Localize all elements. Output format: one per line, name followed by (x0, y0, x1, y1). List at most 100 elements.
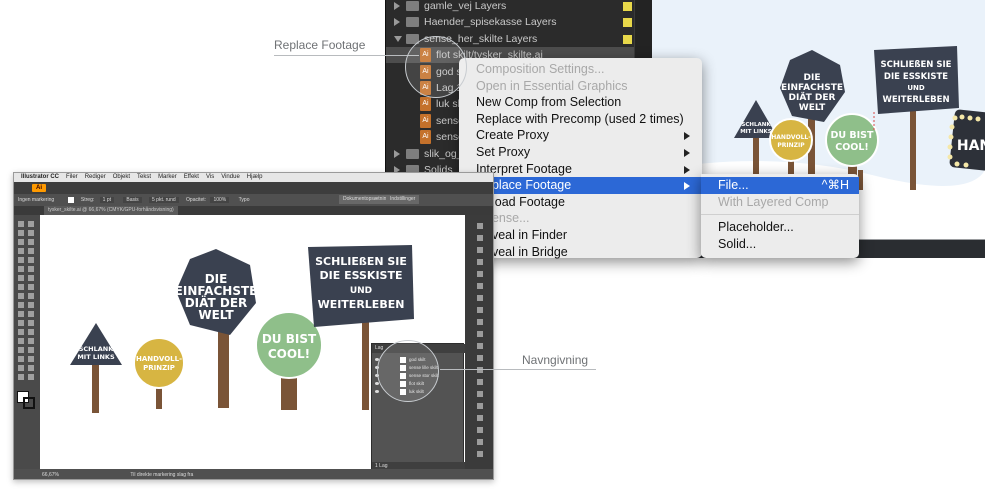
fill-swatch[interactable] (67, 196, 74, 203)
document-tab[interactable]: tysker_skilte.ai @ 66,67% (CMYK/GPU-forh… (44, 206, 178, 215)
tool-icon[interactable] (18, 230, 24, 236)
stroke-color-swatch[interactable] (23, 397, 35, 409)
tool-icon[interactable] (28, 248, 34, 254)
panel-icon[interactable] (477, 403, 483, 409)
panel-icon[interactable] (477, 235, 483, 241)
tool-icon[interactable] (28, 230, 34, 236)
tool-icon[interactable] (28, 284, 34, 290)
control-stroke-weight[interactable]: 1 pt (99, 197, 114, 203)
label-color-swatch[interactable] (623, 2, 632, 11)
tool-icon[interactable] (18, 329, 24, 335)
menu-illustrator-cc[interactable]: Illustrator CC (21, 174, 59, 180)
label-color-swatch[interactable] (623, 18, 632, 28)
panel-icon[interactable] (477, 379, 483, 385)
tool-icon[interactable] (28, 302, 34, 308)
menu-vis[interactable]: Vis (206, 174, 214, 180)
visibility-eye-icon[interactable] (375, 390, 379, 393)
submenu-placeholder[interactable]: Placeholder... (701, 219, 859, 236)
menu-item-create-proxy[interactable]: Create Proxy (459, 127, 702, 144)
disclosure-open-icon[interactable] (394, 35, 402, 42)
tool-icon[interactable] (18, 221, 24, 227)
panel-icon[interactable] (477, 367, 483, 373)
submenu-file[interactable]: File... ^⌘H (701, 177, 859, 194)
submenu-layered-comp[interactable]: With Layered Comp (701, 194, 859, 211)
tool-icon[interactable] (18, 266, 24, 272)
tool-icon[interactable] (28, 374, 34, 380)
tool-icon[interactable] (18, 338, 24, 344)
tool-icon[interactable] (18, 347, 24, 353)
menu-effekt[interactable]: Effekt (184, 174, 199, 180)
tool-icon[interactable] (28, 239, 34, 245)
tool-icon[interactable] (28, 257, 34, 263)
menu-filer[interactable]: Filer (66, 174, 78, 180)
panel-icon[interactable] (477, 331, 483, 337)
menu-item-interpret-footage[interactable]: Interpret Footage (459, 161, 702, 178)
tool-icon[interactable] (28, 266, 34, 272)
tool-icon[interactable] (18, 302, 24, 308)
tool-icon[interactable] (18, 320, 24, 326)
tool-icon[interactable] (28, 320, 34, 326)
control-opacity-value[interactable]: 100% (210, 197, 230, 203)
tool-icon[interactable] (28, 221, 34, 227)
panel-icon[interactable] (477, 259, 483, 265)
tool-icon[interactable] (28, 275, 34, 281)
project-item[interactable]: Haender_spisekasse Layers (386, 14, 652, 30)
menu-item-reveal-in-bridge[interactable]: Reveal in Bridge (459, 244, 702, 261)
panel-icon[interactable] (477, 307, 483, 313)
panel-icon[interactable] (477, 427, 483, 433)
tool-icon[interactable] (18, 275, 24, 281)
panel-icon[interactable] (477, 355, 483, 361)
panel-icon[interactable] (477, 247, 483, 253)
panel-icon[interactable] (477, 451, 483, 457)
tool-icon[interactable] (28, 311, 34, 317)
tool-icon[interactable] (28, 347, 34, 353)
control-brush[interactable]: 5 pkt. rund (149, 197, 179, 203)
panel-icon[interactable] (477, 415, 483, 421)
tool-icon[interactable] (28, 338, 34, 344)
menu-item-reveal-in-finder[interactable]: Reveal in Finder (459, 227, 702, 244)
menu-rediger[interactable]: Rediger (85, 174, 106, 180)
menu-vindue[interactable]: Vindue (221, 174, 240, 180)
tool-icon[interactable] (18, 248, 24, 254)
panel-icon[interactable] (477, 343, 483, 349)
menu-tekst[interactable]: Tekst (137, 174, 151, 180)
tool-icon[interactable] (18, 257, 24, 263)
tool-icon[interactable] (18, 374, 24, 380)
project-item[interactable]: gamle_vej Layers (386, 0, 652, 14)
tool-icon[interactable] (18, 239, 24, 245)
tool-icon[interactable] (18, 284, 24, 290)
disclosure-closed-icon[interactable] (394, 2, 400, 10)
status-zoom[interactable]: 66,67% (42, 472, 59, 478)
tool-icon[interactable] (18, 356, 24, 362)
menu-item-set-proxy[interactable]: Set Proxy (459, 144, 702, 161)
disclosure-closed-icon[interactable] (394, 18, 400, 27)
menu-objekt[interactable]: Objekt (113, 174, 130, 180)
disclosure-closed-icon[interactable] (394, 149, 400, 158)
menu-marker[interactable]: Marker (158, 174, 177, 180)
control-variable-width[interactable]: Basis (123, 197, 142, 203)
panel-icon[interactable] (477, 271, 483, 277)
menu-item-license[interactable]: License... (459, 210, 702, 227)
panel-icon[interactable] (477, 319, 483, 325)
preferences-button[interactable]: Indstillinger (386, 195, 420, 204)
submenu-solid[interactable]: Solid... (701, 236, 859, 253)
tool-icon[interactable] (18, 293, 24, 299)
menu-item-reload-footage[interactable]: Reload Footage (459, 194, 702, 211)
panel-icon[interactable] (477, 295, 483, 301)
label-color-swatch[interactable] (623, 34, 632, 44)
tool-icon[interactable] (28, 293, 34, 299)
panel-icon[interactable] (477, 283, 483, 289)
menu-hj-lp[interactable]: Hjælp (247, 174, 263, 180)
tool-icon[interactable] (28, 329, 34, 335)
tool-icon[interactable] (28, 365, 34, 371)
tool-icon[interactable] (18, 365, 24, 371)
tool-icon[interactable] (28, 356, 34, 362)
panel-icon[interactable] (477, 439, 483, 445)
menu-item-open-in-essential-graphics[interactable]: Open in Essential Graphics (459, 78, 702, 95)
panel-icon[interactable] (477, 391, 483, 397)
menu-item-replace-with-precomp-used-2-times[interactable]: Replace with Precomp (used 2 times) (459, 111, 702, 128)
tool-icon[interactable] (18, 311, 24, 317)
panel-icon[interactable] (477, 223, 483, 229)
menu-item-composition-settings[interactable]: Composition Settings... (459, 61, 702, 78)
menu-item-replace-footage[interactable]: Replace Footage (459, 177, 702, 194)
